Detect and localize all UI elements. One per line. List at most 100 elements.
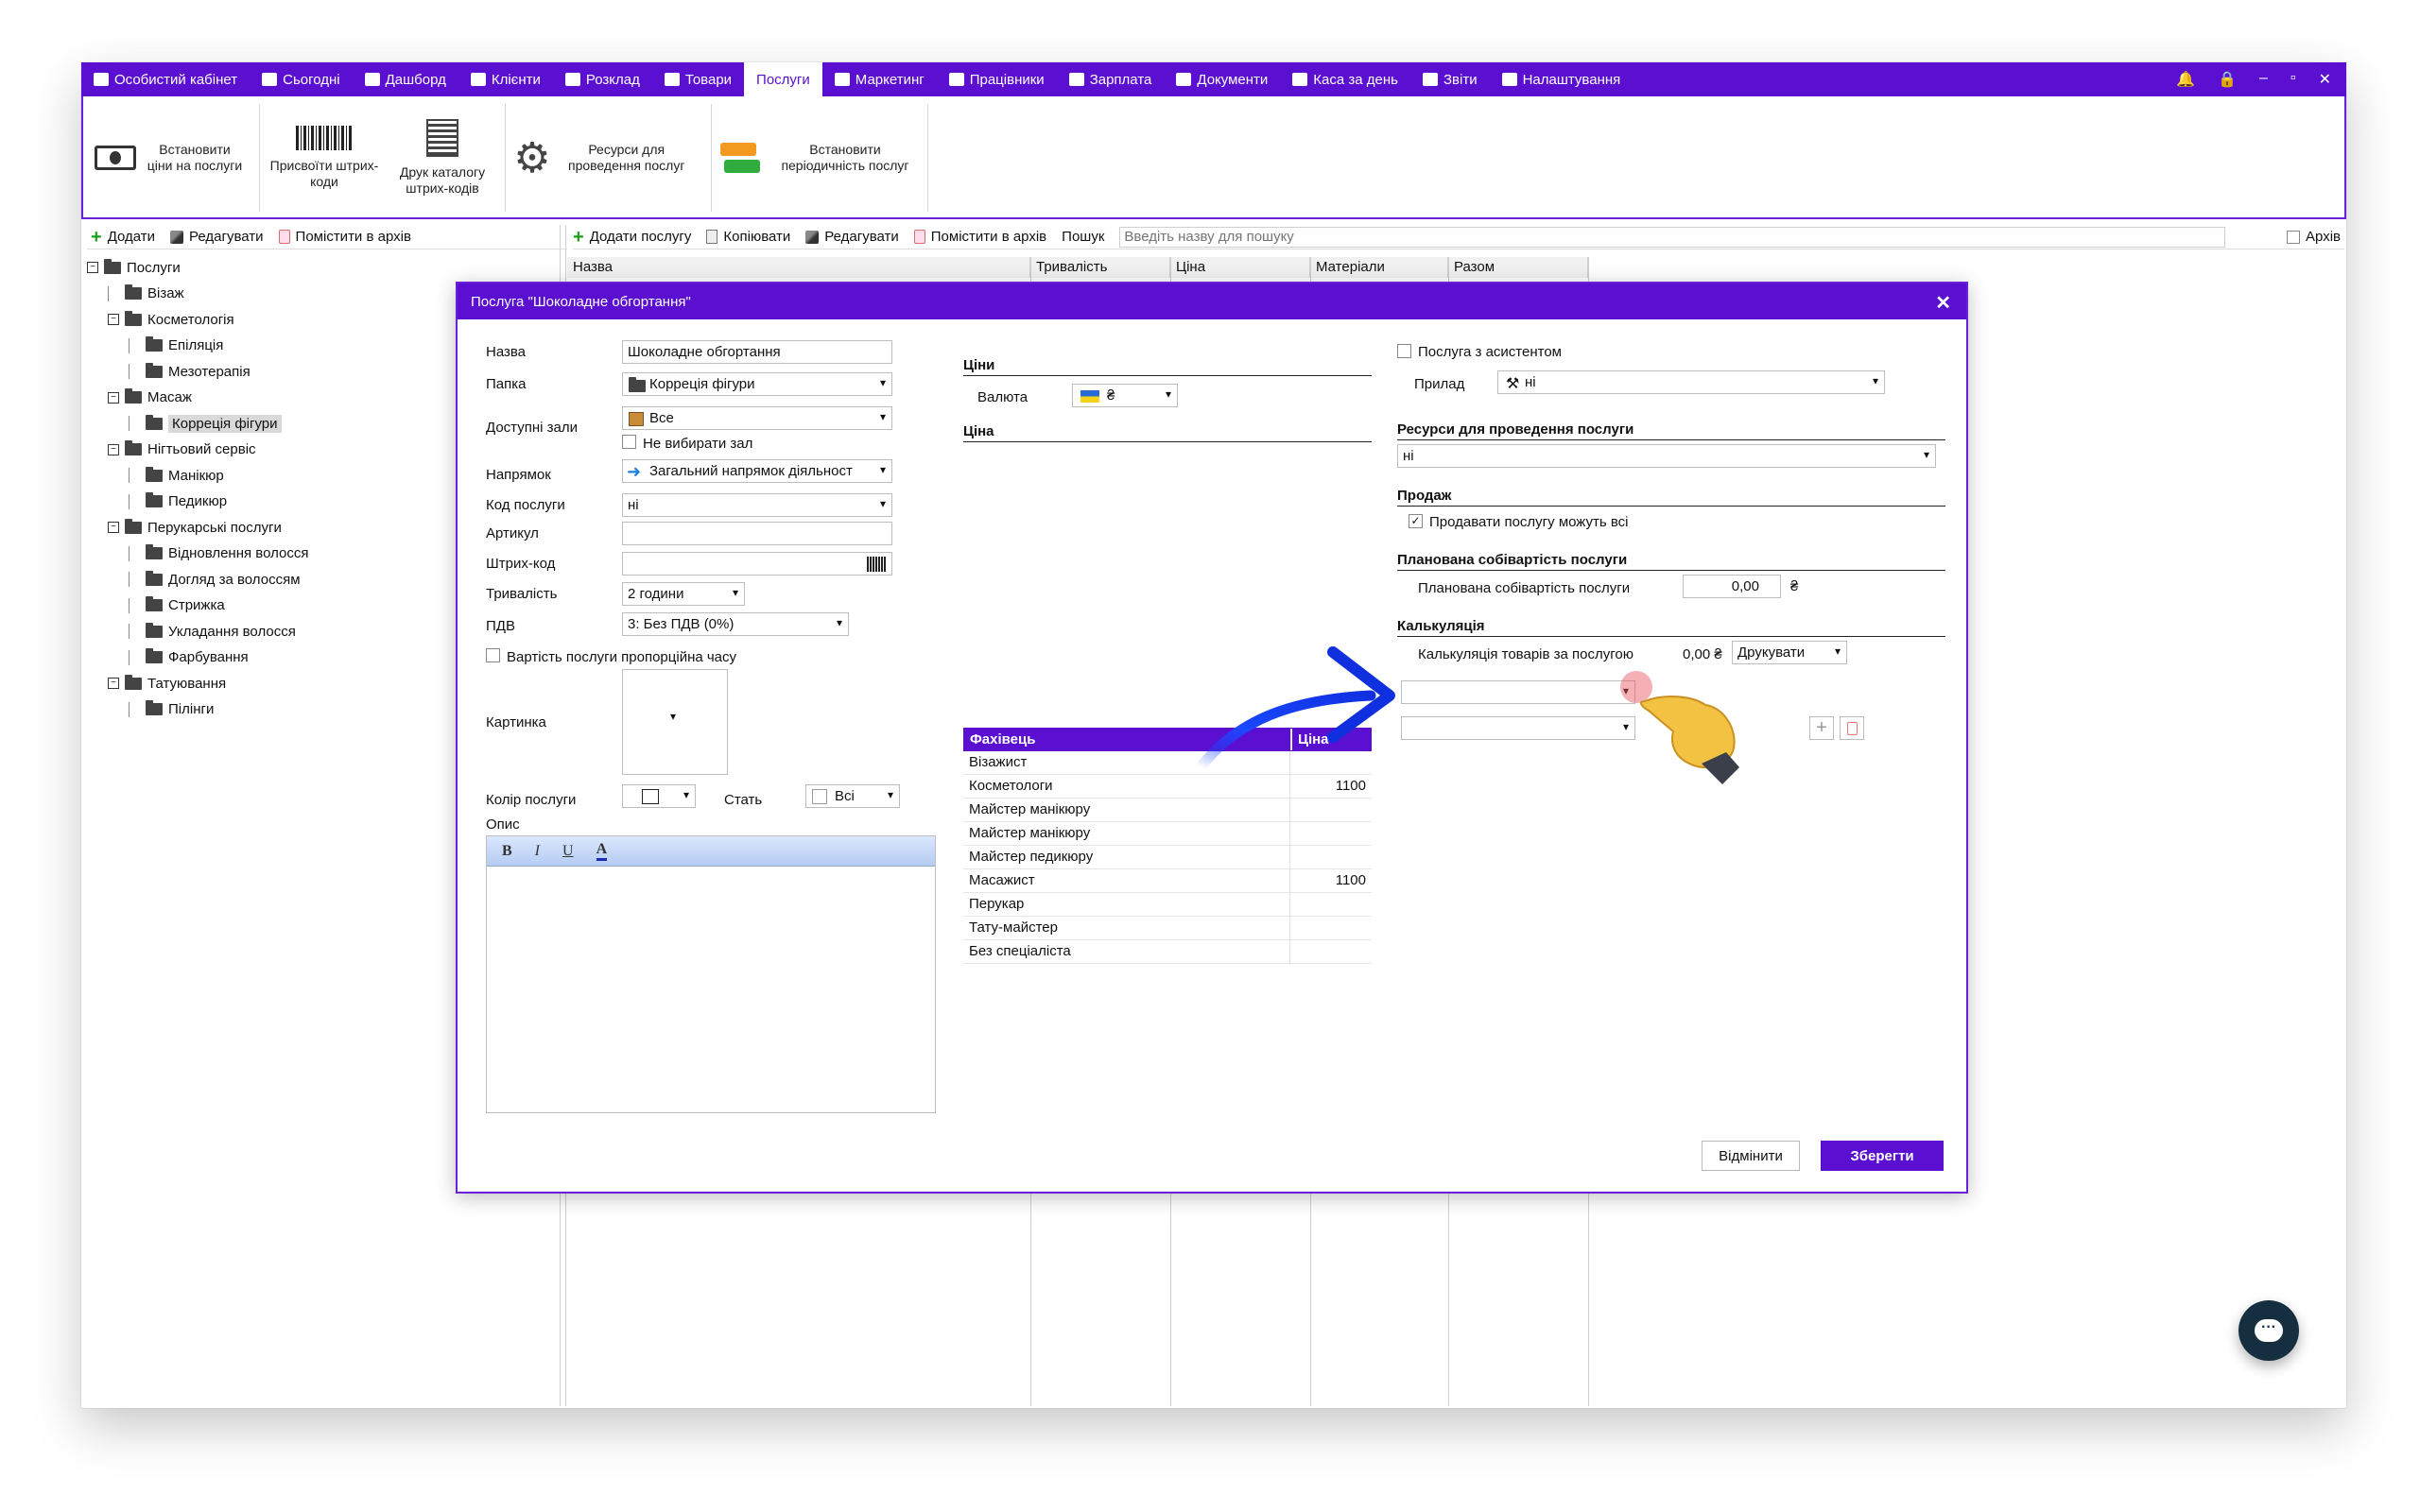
tree-item[interactable]: Епіляція bbox=[129, 335, 223, 356]
article-input[interactable] bbox=[622, 522, 892, 545]
price-cell[interactable] bbox=[1290, 893, 1372, 916]
direction-select[interactable]: ➜ Загальний напрямок діяльност bbox=[622, 459, 892, 483]
nav-item-8[interactable]: Працівники bbox=[937, 62, 1057, 96]
grid-column-header[interactable]: Ціна bbox=[1170, 257, 1310, 278]
tree-item[interactable]: Візаж bbox=[108, 284, 184, 304]
archive-service-button[interactable]: Помістити в архів bbox=[913, 229, 1046, 245]
grid-column-header[interactable]: Разом bbox=[1448, 257, 1588, 278]
nav-item-5[interactable]: Товари bbox=[652, 62, 744, 96]
collapse-icon[interactable]: − bbox=[108, 443, 119, 455]
price-cell[interactable] bbox=[1290, 846, 1372, 868]
tree-item[interactable]: − Послуги bbox=[87, 257, 181, 278]
nav-item-4[interactable]: Розклад bbox=[553, 62, 652, 96]
grid-column-header[interactable]: Тривалість bbox=[1030, 257, 1170, 278]
resources-select[interactable]: ні bbox=[1397, 444, 1936, 468]
price-row[interactable]: Перукар bbox=[963, 893, 1372, 917]
description-editor[interactable]: B I U A bbox=[486, 835, 936, 1113]
tree-item[interactable]: Корреція фігури bbox=[129, 413, 282, 434]
price-row[interactable]: Майстер педикюру bbox=[963, 846, 1372, 869]
nav-item-2[interactable]: Дашборд bbox=[353, 62, 458, 96]
periodicity-button[interactable]: Встановити періодичність послуг bbox=[715, 106, 926, 210]
currency-select[interactable]: ₴ bbox=[1072, 384, 1178, 407]
maximize-icon[interactable]: ▫ bbox=[2290, 70, 2296, 89]
folder-select[interactable]: Корреція фігури bbox=[622, 372, 892, 396]
delete-row-icon[interactable] bbox=[1840, 716, 1864, 740]
collapse-icon[interactable]: − bbox=[108, 678, 119, 689]
no-hall-checkbox[interactable] bbox=[622, 435, 636, 449]
assistant-checkbox[interactable] bbox=[1397, 344, 1411, 358]
cancel-button[interactable]: Відмінити bbox=[1702, 1141, 1800, 1171]
price-row[interactable]: Без спеціаліста bbox=[963, 940, 1372, 964]
price-cell[interactable] bbox=[1290, 917, 1372, 939]
lock-icon[interactable]: 🔒 bbox=[2218, 70, 2237, 89]
calc-product-select-2[interactable] bbox=[1401, 716, 1635, 740]
tree-item[interactable]: Стрижка bbox=[129, 595, 225, 616]
code-select[interactable]: ні bbox=[622, 493, 892, 517]
grid-column-header[interactable]: Назва bbox=[567, 257, 1030, 278]
bold-icon[interactable]: B bbox=[502, 843, 512, 860]
tree-item[interactable]: Укладання волосся bbox=[129, 621, 296, 642]
proportional-checkbox[interactable] bbox=[486, 648, 500, 662]
archive-folder-button[interactable]: Помістити в архів bbox=[278, 229, 411, 245]
tree-item[interactable]: − Перукарські послуги bbox=[108, 517, 282, 538]
edit-folder-button[interactable]: Редагувати bbox=[170, 229, 264, 245]
tree-item[interactable]: − Нігтьовий сервіс bbox=[108, 439, 256, 460]
nav-item-11[interactable]: Каса за день bbox=[1280, 62, 1410, 96]
nav-item-12[interactable]: Звіти bbox=[1410, 62, 1490, 96]
color-select[interactable] bbox=[622, 784, 696, 808]
price-cell[interactable] bbox=[1290, 799, 1372, 821]
resources-button[interactable]: ⚙ Ресурси для проведення послуг bbox=[509, 106, 698, 210]
tree-item[interactable]: − Масаж bbox=[108, 387, 192, 408]
tree-item[interactable]: Манікюр bbox=[129, 465, 224, 486]
close-icon[interactable]: ✕ bbox=[1935, 291, 1951, 315]
collapse-icon[interactable]: − bbox=[108, 391, 119, 404]
print-select[interactable]: Друкувати bbox=[1732, 641, 1847, 664]
search-input[interactable] bbox=[1119, 226, 2226, 248]
price-cell[interactable] bbox=[1290, 940, 1372, 963]
italic-icon[interactable]: I bbox=[535, 843, 540, 860]
add-service-button[interactable]: + Додати послугу bbox=[573, 228, 691, 247]
chat-button[interactable]: ··· bbox=[2238, 1300, 2299, 1361]
tree-item[interactable]: − Косметологія bbox=[108, 309, 234, 330]
grid-column-header[interactable]: Матеріали bbox=[1310, 257, 1448, 278]
name-input[interactable]: Шоколадне обгортання bbox=[622, 340, 892, 364]
close-window-icon[interactable]: ✕ bbox=[2319, 70, 2331, 89]
copy-button[interactable]: Копіювати bbox=[706, 229, 790, 245]
nav-item-13[interactable]: Налаштування bbox=[1490, 62, 1634, 96]
tree-item[interactable]: Відновлення волосся bbox=[129, 543, 309, 564]
sale-all-checkbox[interactable]: ✓ bbox=[1409, 514, 1423, 528]
price-cell[interactable] bbox=[1290, 822, 1372, 845]
archive-checkbox[interactable]: Архів bbox=[2287, 229, 2344, 245]
price-row[interactable]: Майстер манікюру bbox=[963, 799, 1372, 822]
collapse-icon[interactable]: − bbox=[87, 262, 98, 273]
barcode-input[interactable] bbox=[622, 552, 892, 576]
tree-item[interactable]: Мезотерапія bbox=[129, 361, 251, 382]
add-row-icon[interactable]: + bbox=[1809, 716, 1834, 740]
cost-input[interactable]: 0,00 bbox=[1683, 575, 1781, 598]
assign-barcodes-button[interactable]: Присвоїти штрих-коди bbox=[263, 106, 386, 210]
nav-item-9[interactable]: Зарплата bbox=[1057, 62, 1165, 96]
device-select[interactable]: ⚒ ні bbox=[1497, 370, 1885, 394]
minimize-icon[interactable]: – bbox=[2259, 70, 2268, 89]
bell-icon[interactable]: 🔔 bbox=[2176, 70, 2195, 89]
tree-item[interactable]: Педикюр bbox=[129, 491, 227, 512]
set-prices-button[interactable]: Встановити ціни на послуги bbox=[89, 106, 250, 210]
calc-product-select-1[interactable] bbox=[1401, 680, 1635, 704]
nav-item-3[interactable]: Клієнти bbox=[458, 62, 553, 96]
picture-box[interactable]: ▾ bbox=[622, 669, 728, 775]
nav-item-7[interactable]: Маркетинг bbox=[822, 62, 937, 96]
add-folder-button[interactable]: + Додати bbox=[91, 228, 155, 247]
price-cell[interactable]: 1100 bbox=[1290, 869, 1372, 892]
tree-item[interactable]: Догляд за волоссям bbox=[129, 569, 301, 590]
price-row[interactable]: Масажист 1100 bbox=[963, 869, 1372, 893]
nav-item-0[interactable]: Особистий кабінет bbox=[81, 62, 250, 96]
tree-item[interactable]: Фарбування bbox=[129, 647, 249, 668]
edit-service-button[interactable]: Редагувати bbox=[805, 229, 899, 245]
price-row[interactable]: Майстер манікюру bbox=[963, 822, 1372, 846]
vat-select[interactable]: 3: Без ПДВ (0%) bbox=[622, 612, 849, 636]
save-button[interactable]: Зберегти bbox=[1821, 1141, 1944, 1171]
collapse-icon[interactable]: − bbox=[108, 522, 119, 533]
nav-item-10[interactable]: Документи bbox=[1164, 62, 1280, 96]
tree-item[interactable]: − Татуювання bbox=[108, 673, 226, 694]
print-catalog-button[interactable]: Друк каталогу штрих-кодів bbox=[388, 106, 497, 210]
